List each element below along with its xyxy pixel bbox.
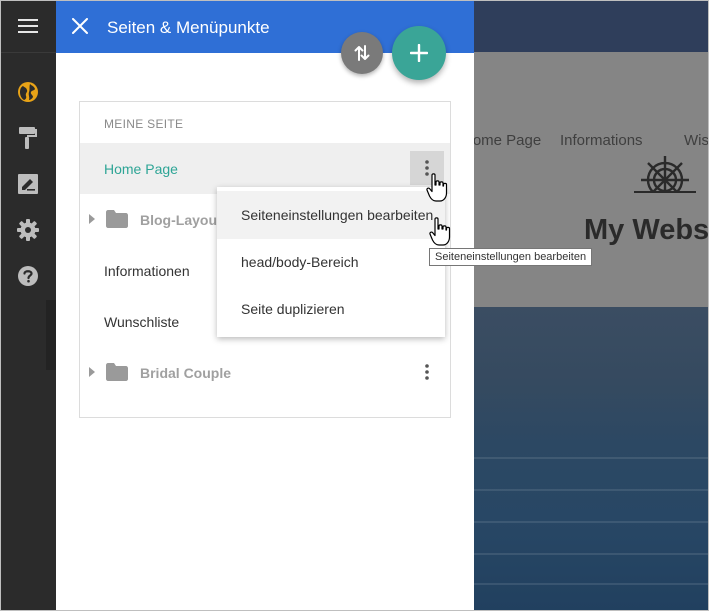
hand-cursor-icon: [429, 217, 451, 246]
website-preview: Home Page Informations Wis My Websi: [474, 0, 709, 611]
globe-icon: [18, 82, 38, 102]
hand-cursor-icon: [426, 173, 448, 202]
toolbar-shadow: [46, 300, 56, 370]
page-item-label: Informationen: [104, 263, 190, 279]
preview-header: Home Page Informations Wis My Websi: [474, 52, 709, 307]
add-page-button[interactable]: [392, 26, 446, 80]
page-options-button[interactable]: [410, 355, 444, 389]
sort-pages-button[interactable]: [341, 32, 383, 74]
close-icon: [72, 18, 88, 34]
section-label: MEINE SEITE: [104, 117, 184, 131]
sort-icon: [354, 45, 370, 61]
pages-button[interactable]: [0, 72, 56, 112]
page-item-label: Wunschliste: [104, 314, 180, 330]
more-vert-icon: [425, 364, 429, 380]
page-item-label: Home Page: [104, 161, 178, 177]
toolbar-divider: [0, 52, 56, 53]
preview-nav-informations: Informations: [560, 132, 643, 149]
menu-icon: [18, 19, 38, 33]
paint-roller-icon: [19, 127, 37, 149]
menu-item-page-settings[interactable]: Seiteneinstellungen bearbeiten: [217, 191, 445, 239]
menu-item-duplicate-page[interactable]: Seite duplizieren: [217, 285, 445, 333]
panel-title: Seiten & Menüpunkte: [107, 18, 270, 37]
preview-nav-home: Home Page: [474, 132, 542, 149]
ship-wheel-icon: [628, 156, 702, 200]
page-item-bridal-couple[interactable]: Bridal Couple: [80, 347, 450, 398]
left-toolbar: [0, 0, 56, 611]
page-item-label: Bridal Couple: [140, 365, 232, 381]
page-item-label: Blog-Layout: [140, 212, 222, 228]
settings-button[interactable]: [0, 210, 56, 250]
edit-icon: [18, 174, 38, 194]
design-button[interactable]: [0, 118, 56, 158]
caret-right-icon[interactable]: [89, 367, 95, 377]
folder-icon: [106, 210, 128, 228]
help-button[interactable]: [0, 256, 56, 296]
menu-item-head-body[interactable]: head/body-Bereich: [217, 238, 445, 286]
close-panel-button[interactable]: [66, 12, 94, 40]
gear-icon: [17, 219, 39, 241]
preview-nav-wishlist: Wis: [684, 132, 709, 149]
help-icon: [18, 266, 38, 286]
content-button[interactable]: [0, 164, 56, 204]
preview-site-title: My Websi: [584, 214, 709, 246]
tooltip: Seiteneinstellungen bearbeiten: [429, 248, 593, 266]
menu-button[interactable]: [0, 6, 56, 46]
preview-top-bar: [474, 0, 709, 52]
preview-hero-image: [474, 307, 709, 611]
caret-right-icon[interactable]: [89, 214, 95, 224]
folder-icon: [106, 363, 128, 381]
plus-icon: [410, 44, 428, 62]
page-options-menu: Seiteneinstellungen bearbeiten head/body…: [217, 187, 445, 337]
